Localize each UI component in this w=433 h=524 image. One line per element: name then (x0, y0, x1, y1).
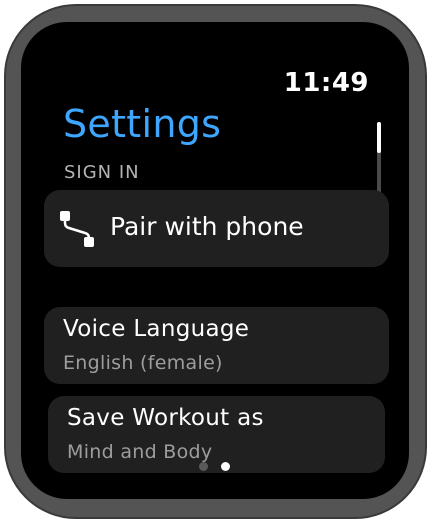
page-title: Settings (63, 102, 222, 146)
page-dot-1[interactable] (199, 462, 208, 471)
scrollbar-thumb[interactable] (377, 122, 381, 153)
voice-language-title: Voice Language (63, 316, 250, 342)
page-dot-2-active[interactable] (221, 462, 230, 471)
pair-with-phone-button[interactable]: Pair with phone (44, 190, 389, 267)
save-workout-value: Mind and Body (67, 441, 213, 463)
section-label-sign-in: SIGN IN (64, 162, 140, 183)
watch-screen: 11:49 Settings SIGN IN Pair with phone V… (21, 22, 409, 499)
pair-phone-icon (58, 208, 98, 252)
voice-language-item[interactable]: Voice Language English (female) (44, 307, 389, 384)
status-time: 11:49 (283, 68, 369, 98)
page-indicator (199, 461, 235, 473)
save-workout-title: Save Workout as (67, 405, 264, 431)
pair-with-phone-label: Pair with phone (110, 212, 304, 241)
voice-language-value: English (female) (63, 352, 223, 374)
